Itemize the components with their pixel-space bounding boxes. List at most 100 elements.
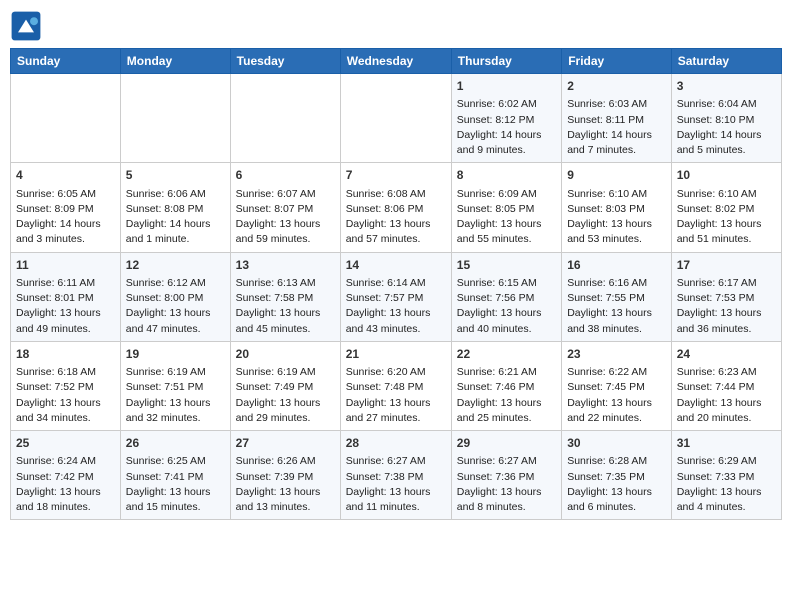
day-number: 27: [236, 435, 335, 452]
weekday-header-wednesday: Wednesday: [340, 49, 451, 74]
calendar-cell: 23 Sunrise: 6:22 AM Sunset: 7:45 PM Dayli…: [562, 341, 672, 430]
day-number: 13: [236, 257, 335, 274]
calendar-cell: 17 Sunrise: 6:17 AM Sunset: 7:53 PM Dayli…: [671, 252, 781, 341]
day-info: Sunrise: 6:18 AM Sunset: 7:52 PM Dayligh…: [16, 365, 115, 426]
day-info: Sunrise: 6:25 AM Sunset: 7:41 PM Dayligh…: [126, 454, 225, 515]
calendar-cell: 9 Sunrise: 6:10 AM Sunset: 8:03 PM Daylig…: [562, 163, 672, 252]
day-info: Sunrise: 6:04 AM Sunset: 8:10 PM Dayligh…: [677, 97, 776, 158]
calendar-cell: [120, 74, 230, 163]
day-info: Sunrise: 6:21 AM Sunset: 7:46 PM Dayligh…: [457, 365, 556, 426]
weekday-header-tuesday: Tuesday: [230, 49, 340, 74]
calendar-table: SundayMondayTuesdayWednesdayThursdayFrid…: [10, 48, 782, 520]
day-number: 28: [346, 435, 446, 452]
calendar-cell: 26Sunrise: 6:25 AM Sunset: 7:41 PM Dayli…: [120, 431, 230, 520]
weekday-header-friday: Friday: [562, 49, 672, 74]
day-number: 24: [677, 346, 776, 363]
day-info: Sunrise: 6:09 AM Sunset: 8:05 PM Dayligh…: [457, 187, 556, 248]
calendar-cell: 28 Sunrise: 6:27 AM Sunset: 7:38 PM Dayli…: [340, 431, 451, 520]
day-number: 21: [346, 346, 446, 363]
day-info: Sunrise: 6:07 AM Sunset: 8:07 PM Dayligh…: [236, 187, 335, 248]
calendar-cell: [230, 74, 340, 163]
logo: [10, 10, 46, 42]
day-number: 9: [567, 167, 666, 184]
day-number: 16: [567, 257, 666, 274]
weekday-header-saturday: Saturday: [671, 49, 781, 74]
calendar-cell: 29 Sunrise: 6:27 AM Sunset: 7:36 PM Dayli…: [451, 431, 561, 520]
calendar-cell: 14 Sunrise: 6:14 AM Sunset: 7:57 PM Dayli…: [340, 252, 451, 341]
day-number: 22: [457, 346, 556, 363]
day-info: Sunrise: 6:03 AM Sunset: 8:11 PM Dayligh…: [567, 97, 666, 158]
day-info: Sunrise: 6:28 AM Sunset: 7:35 PM Dayligh…: [567, 454, 666, 515]
logo-icon: [10, 10, 42, 42]
calendar-cell: 13 Sunrise: 6:13 AM Sunset: 7:58 PM Dayli…: [230, 252, 340, 341]
calendar-cell: 19 Sunrise: 6:19 AM Sunset: 7:51 PM Dayli…: [120, 341, 230, 430]
calendar-cell: 7 Sunrise: 6:08 AM Sunset: 8:06 PM Daylig…: [340, 163, 451, 252]
day-info: Sunrise: 6:19 AM Sunset: 7:51 PM Dayligh…: [126, 365, 225, 426]
day-info: Sunrise: 6:16 AM Sunset: 7:55 PM Dayligh…: [567, 276, 666, 337]
calendar-cell: 1 Sunrise: 6:02 AM Sunset: 8:12 PM Daylig…: [451, 74, 561, 163]
day-info: Sunrise: 6:19 AM Sunset: 7:49 PM Dayligh…: [236, 365, 335, 426]
day-info: Sunrise: 6:10 AM Sunset: 8:03 PM Dayligh…: [567, 187, 666, 248]
day-number: 7: [346, 167, 446, 184]
day-info: Sunrise: 6:24 AM Sunset: 7:42 PM Dayligh…: [16, 454, 115, 515]
day-info: Sunrise: 6:23 AM Sunset: 7:44 PM Dayligh…: [677, 365, 776, 426]
day-info: Sunrise: 6:08 AM Sunset: 8:06 PM Dayligh…: [346, 187, 446, 248]
calendar-cell: [340, 74, 451, 163]
calendar-cell: 20 Sunrise: 6:19 AM Sunset: 7:49 PM Dayli…: [230, 341, 340, 430]
day-info: Sunrise: 6:27 AM Sunset: 7:38 PM Dayligh…: [346, 454, 446, 515]
day-info: Sunrise: 6:27 AM Sunset: 7:36 PM Dayligh…: [457, 454, 556, 515]
day-info: Sunrise: 6:14 AM Sunset: 7:57 PM Dayligh…: [346, 276, 446, 337]
calendar-cell: 2 Sunrise: 6:03 AM Sunset: 8:11 PM Daylig…: [562, 74, 672, 163]
day-number: 31: [677, 435, 776, 452]
calendar-cell: 3 Sunrise: 6:04 AM Sunset: 8:10 PM Daylig…: [671, 74, 781, 163]
calendar-cell: [11, 74, 121, 163]
day-info: Sunrise: 6:15 AM Sunset: 7:56 PM Dayligh…: [457, 276, 556, 337]
day-number: 29: [457, 435, 556, 452]
day-info: Sunrise: 6:13 AM Sunset: 7:58 PM Dayligh…: [236, 276, 335, 337]
page-header: [10, 10, 782, 42]
day-info: Sunrise: 6:22 AM Sunset: 7:45 PM Dayligh…: [567, 365, 666, 426]
day-number: 19: [126, 346, 225, 363]
calendar-cell: 24 Sunrise: 6:23 AM Sunset: 7:44 PM Dayli…: [671, 341, 781, 430]
calendar-cell: 21 Sunrise: 6:20 AM Sunset: 7:48 PM Dayli…: [340, 341, 451, 430]
calendar-cell: 12 Sunrise: 6:12 AM Sunset: 8:00 PM Dayli…: [120, 252, 230, 341]
calendar-cell: 30Sunrise: 6:28 AM Sunset: 7:35 PM Dayli…: [562, 431, 672, 520]
day-number: 12: [126, 257, 225, 274]
day-info: Sunrise: 6:12 AM Sunset: 8:00 PM Dayligh…: [126, 276, 225, 337]
day-number: 1: [457, 78, 556, 95]
calendar-header: SundayMondayTuesdayWednesdayThursdayFrid…: [11, 49, 782, 74]
calendar-cell: 16 Sunrise: 6:16 AM Sunset: 7:55 PM Dayli…: [562, 252, 672, 341]
day-info: Sunrise: 6:17 AM Sunset: 7:53 PM Dayligh…: [677, 276, 776, 337]
day-number: 2: [567, 78, 666, 95]
calendar-cell: 15 Sunrise: 6:15 AM Sunset: 7:56 PM Dayli…: [451, 252, 561, 341]
day-number: 23: [567, 346, 666, 363]
day-number: 14: [346, 257, 446, 274]
calendar-cell: 31Sunrise: 6:29 AM Sunset: 7:33 PM Dayli…: [671, 431, 781, 520]
calendar-cell: 25 Sunrise: 6:24 AM Sunset: 7:42 PM Dayli…: [11, 431, 121, 520]
calendar-cell: 18Sunrise: 6:18 AM Sunset: 7:52 PM Dayli…: [11, 341, 121, 430]
day-info: Sunrise: 6:11 AM Sunset: 8:01 PM Dayligh…: [16, 276, 115, 337]
calendar-cell: 10Sunrise: 6:10 AM Sunset: 8:02 PM Dayli…: [671, 163, 781, 252]
day-number: 11: [16, 257, 115, 274]
day-number: 25: [16, 435, 115, 452]
calendar-cell: 4Sunrise: 6:05 AM Sunset: 8:09 PM Daylig…: [11, 163, 121, 252]
day-number: 8: [457, 167, 556, 184]
calendar-cell: 22 Sunrise: 6:21 AM Sunset: 7:46 PM Dayli…: [451, 341, 561, 430]
day-number: 10: [677, 167, 776, 184]
calendar-cell: 8 Sunrise: 6:09 AM Sunset: 8:05 PM Daylig…: [451, 163, 561, 252]
day-number: 5: [126, 167, 225, 184]
weekday-header-thursday: Thursday: [451, 49, 561, 74]
day-number: 20: [236, 346, 335, 363]
day-info: Sunrise: 6:26 AM Sunset: 7:39 PM Dayligh…: [236, 454, 335, 515]
day-info: Sunrise: 6:20 AM Sunset: 7:48 PM Dayligh…: [346, 365, 446, 426]
day-number: 15: [457, 257, 556, 274]
calendar-cell: 5 Sunrise: 6:06 AM Sunset: 8:08 PM Daylig…: [120, 163, 230, 252]
day-number: 3: [677, 78, 776, 95]
day-number: 17: [677, 257, 776, 274]
weekday-header-sunday: Sunday: [11, 49, 121, 74]
day-info: Sunrise: 6:02 AM Sunset: 8:12 PM Dayligh…: [457, 97, 556, 158]
calendar-cell: 11 Sunrise: 6:11 AM Sunset: 8:01 PM Dayli…: [11, 252, 121, 341]
day-number: 4: [16, 167, 115, 184]
calendar-cell: 27 Sunrise: 6:26 AM Sunset: 7:39 PM Dayli…: [230, 431, 340, 520]
day-info: Sunrise: 6:06 AM Sunset: 8:08 PM Dayligh…: [126, 187, 225, 248]
